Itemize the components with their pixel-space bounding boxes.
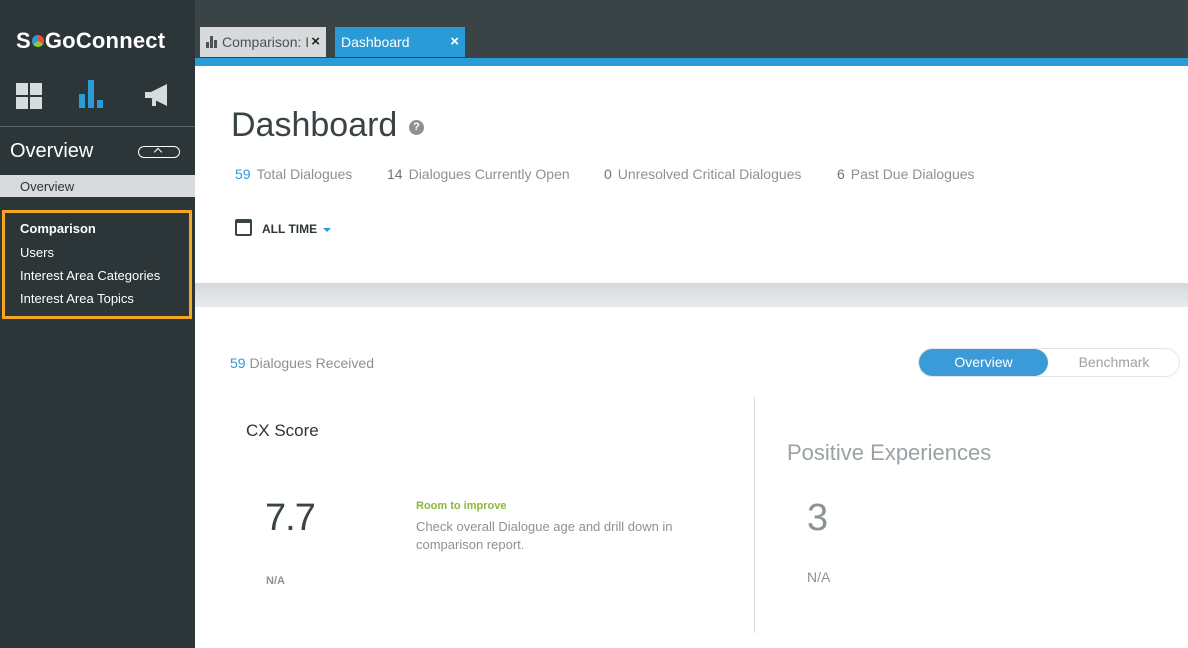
- cx-score-value: 7.7: [265, 497, 316, 539]
- logo-dot-icon: [31, 35, 44, 47]
- bar-chart-icon: [206, 36, 218, 48]
- cx-hint-text: Check overall Dialogue age and drill dow…: [416, 519, 673, 552]
- sidebar-section-title: Overview: [10, 140, 94, 162]
- positive-experiences-na: N/A: [807, 569, 831, 585]
- tab-comparison[interactable]: Comparison: I ×: [200, 27, 326, 57]
- sidebar-subnav-highlight: Comparison Users Interest Area Categorie…: [2, 210, 192, 319]
- stat-open-dialogues[interactable]: 14 Dialogues Currently Open: [387, 166, 570, 182]
- close-icon[interactable]: ×: [309, 33, 320, 50]
- tab-dashboard[interactable]: Dashboard ×: [335, 27, 465, 57]
- dashboard-header: Dashboard ? 59 Total Dialogues 14 Dialogue…: [195, 66, 1188, 283]
- sidebar-item-interest-area-categories[interactable]: Interest Area Categories: [20, 268, 160, 283]
- dashboard-content: 59 Dialogues Received Overview Benchmark…: [195, 307, 1188, 648]
- cx-score-na: N/A: [266, 575, 285, 587]
- caret-down-icon: [323, 228, 331, 232]
- panel-divider: [754, 397, 755, 633]
- stat-past-due[interactable]: 6 Past Due Dialogues: [837, 166, 975, 182]
- tab-underline: [195, 58, 1188, 66]
- stat-total-dialogues[interactable]: 59 Total Dialogues: [235, 166, 352, 182]
- cx-score-title: CX Score: [246, 421, 319, 440]
- bar-chart-icon[interactable]: [79, 80, 105, 108]
- calendar-icon: [235, 219, 252, 236]
- sidebar: S GoConnect Overview Overview Comparison …: [0, 0, 195, 648]
- positive-experiences-title: Positive Experiences: [787, 440, 992, 465]
- sidebar-item-overview[interactable]: Overview: [0, 175, 195, 197]
- tab-bar: Comparison: I × Dashboard ×: [195, 0, 1188, 58]
- dashboard-grid-icon[interactable]: [16, 83, 42, 109]
- sidebar-section-header: Overview: [0, 126, 195, 174]
- close-icon[interactable]: ×: [450, 33, 459, 50]
- sidebar-item-interest-area-topics[interactable]: Interest Area Topics: [20, 291, 134, 306]
- section-separator: [195, 283, 1188, 307]
- app-logo[interactable]: S GoConnect: [16, 28, 165, 54]
- cx-hint-title: Room to improve: [416, 500, 507, 512]
- help-icon[interactable]: ?: [409, 120, 424, 135]
- view-toggle: Overview Benchmark: [918, 348, 1180, 377]
- page-title: Dashboard: [231, 106, 398, 144]
- module-switcher: [0, 80, 195, 114]
- toggle-benchmark-button[interactable]: Benchmark: [1049, 349, 1179, 376]
- toggle-overview-button[interactable]: Overview: [919, 349, 1048, 376]
- megaphone-icon[interactable]: [143, 82, 171, 110]
- collapse-toggle-button[interactable]: [138, 146, 180, 158]
- sidebar-item-comparison[interactable]: Comparison: [20, 221, 96, 236]
- sidebar-item-users[interactable]: Users: [20, 245, 54, 260]
- stat-unresolved-critical[interactable]: 0 Unresolved Critical Dialogues: [604, 166, 801, 182]
- dialogues-received: 59 Dialogues Received: [230, 355, 374, 371]
- positive-experiences-value: 3: [807, 497, 829, 539]
